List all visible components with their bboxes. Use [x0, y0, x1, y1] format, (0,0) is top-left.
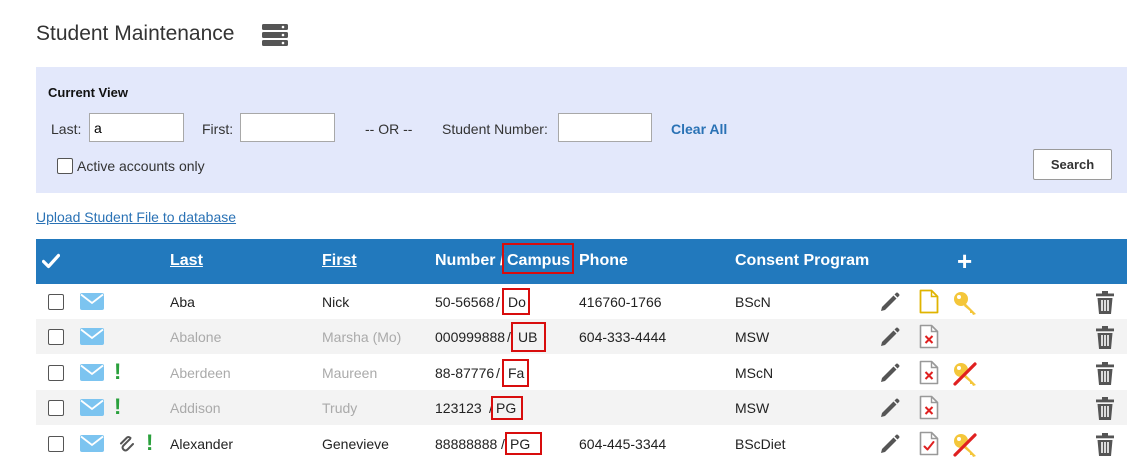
table-row: Aba Nick 50-56568 / Do 416760-1766 BScN	[36, 284, 1127, 319]
paperclip-icon[interactable]	[119, 434, 135, 454]
new-document-icon[interactable]	[919, 289, 939, 314]
rejected-document-icon[interactable]	[919, 395, 939, 420]
pencil-edit-icon[interactable]	[878, 290, 902, 314]
first-name-label: First:	[202, 121, 234, 137]
last-name-cell: Aba	[170, 294, 195, 310]
student-number-input[interactable]	[558, 113, 652, 142]
last-name-cell: Aberdeen	[170, 365, 231, 381]
row-select-checkbox[interactable]	[48, 400, 64, 416]
row-select-checkbox[interactable]	[48, 329, 64, 345]
slash-separator: /	[496, 365, 500, 381]
alert-exclamation-icon: !	[114, 394, 122, 419]
last-column-header[interactable]: Last	[170, 252, 203, 270]
program-cell: BScN	[735, 294, 771, 310]
envelope-icon[interactable]	[80, 328, 104, 345]
table-row: ! Addison Trudy 123123 / PG MSW	[36, 390, 1127, 425]
student-number-cell: 123123	[435, 400, 482, 416]
revoked-key-icon[interactable]	[951, 431, 979, 459]
pencil-edit-icon[interactable]	[878, 325, 902, 349]
envelope-icon[interactable]	[80, 435, 104, 452]
alert-exclamation-icon: !	[114, 359, 122, 384]
first-name-cell: Nick	[322, 294, 350, 310]
last-name-cell: Addison	[170, 400, 221, 416]
trash-icon[interactable]	[1094, 433, 1116, 457]
rejected-document-icon[interactable]	[919, 360, 939, 385]
revoked-key-icon[interactable]	[951, 360, 979, 388]
program-cell: MSW	[735, 329, 770, 345]
table-header: Last First Number / Campus Phone Consent…	[36, 239, 1127, 284]
program-cell: MSW	[735, 400, 770, 416]
number-column-header: Number /	[435, 252, 505, 269]
pencil-edit-icon[interactable]	[878, 396, 902, 420]
active-only-label: Active accounts only	[77, 158, 205, 174]
campus-highlight-box	[502, 243, 574, 274]
slash-separator: /	[496, 294, 500, 310]
row-select-checkbox[interactable]	[48, 436, 64, 452]
or-separator: -- OR --	[365, 121, 413, 137]
last-name-input[interactable]	[89, 113, 184, 142]
trash-icon[interactable]	[1094, 326, 1116, 350]
phone-cell: 604-333-4444	[579, 329, 667, 345]
page-title: Student Maintenance	[36, 22, 235, 45]
envelope-icon[interactable]	[80, 293, 104, 310]
campus-highlight-box	[511, 322, 546, 352]
search-button[interactable]: Search	[1033, 149, 1112, 180]
student-number-cell: 000999888	[435, 329, 506, 345]
row-select-checkbox[interactable]	[48, 294, 64, 310]
select-all-check-icon[interactable]	[42, 253, 60, 269]
add-student-button[interactable]: +	[957, 246, 972, 277]
campus-highlight-box	[502, 359, 529, 387]
consent-program-column-header: Consent Program	[735, 252, 870, 269]
rejected-document-icon[interactable]	[919, 324, 939, 349]
first-name-cell: Marsha (Mo)	[322, 329, 402, 345]
approved-document-icon[interactable]	[919, 431, 939, 456]
first-name-input[interactable]	[240, 113, 335, 142]
envelope-icon[interactable]	[80, 399, 104, 416]
last-name-label: Last:	[51, 121, 82, 137]
table-row: ! Alexander Genevieve 88888888 / PG 604-…	[36, 426, 1127, 461]
program-cell: BScDiet	[735, 436, 786, 452]
student-number-cell: 50-56568	[435, 294, 495, 310]
first-name-cell: Maureen	[322, 365, 378, 381]
student-number-cell: 88888888	[435, 436, 498, 452]
first-name-cell: Genevieve	[322, 436, 389, 452]
phone-column-header: Phone	[579, 252, 628, 269]
student-number-cell: 88-87776	[435, 365, 495, 381]
campus-highlight-box	[502, 288, 530, 315]
trash-icon[interactable]	[1094, 291, 1116, 315]
campus-highlight-box	[491, 396, 523, 420]
last-name-cell: Alexander	[170, 436, 234, 452]
student-number-label: Student Number:	[442, 121, 548, 137]
program-cell: MScN	[735, 365, 774, 381]
active-only-checkbox[interactable]	[57, 158, 73, 174]
first-name-cell: Trudy	[322, 400, 358, 416]
upload-student-file-link[interactable]: Upload Student File to database	[36, 209, 236, 225]
phone-cell: 604-445-3344	[579, 436, 667, 452]
envelope-icon[interactable]	[80, 364, 104, 381]
current-view-heading: Current View	[48, 85, 128, 100]
pencil-edit-icon[interactable]	[878, 432, 902, 456]
phone-cell: 416760-1766	[579, 294, 662, 310]
trash-icon[interactable]	[1094, 362, 1116, 386]
first-column-header[interactable]: First	[322, 252, 357, 270]
last-name-cell: Abalone	[170, 329, 222, 345]
campus-highlight-box	[505, 432, 542, 455]
key-icon[interactable]	[951, 289, 979, 317]
clear-all-link[interactable]: Clear All	[671, 121, 727, 137]
table-row: Abalone Marsha (Mo) 000999888 / UB 604-3…	[36, 319, 1127, 354]
server-icon	[262, 24, 288, 46]
alert-exclamation-icon: !	[146, 430, 154, 455]
row-select-checkbox[interactable]	[48, 365, 64, 381]
pencil-edit-icon[interactable]	[878, 361, 902, 385]
filter-panel: Current View Last: First: -- OR -- Stude…	[36, 67, 1127, 193]
table-row: ! Aberdeen Maureen 88-87776 / Fa MScN	[36, 355, 1127, 390]
trash-icon[interactable]	[1094, 397, 1116, 421]
